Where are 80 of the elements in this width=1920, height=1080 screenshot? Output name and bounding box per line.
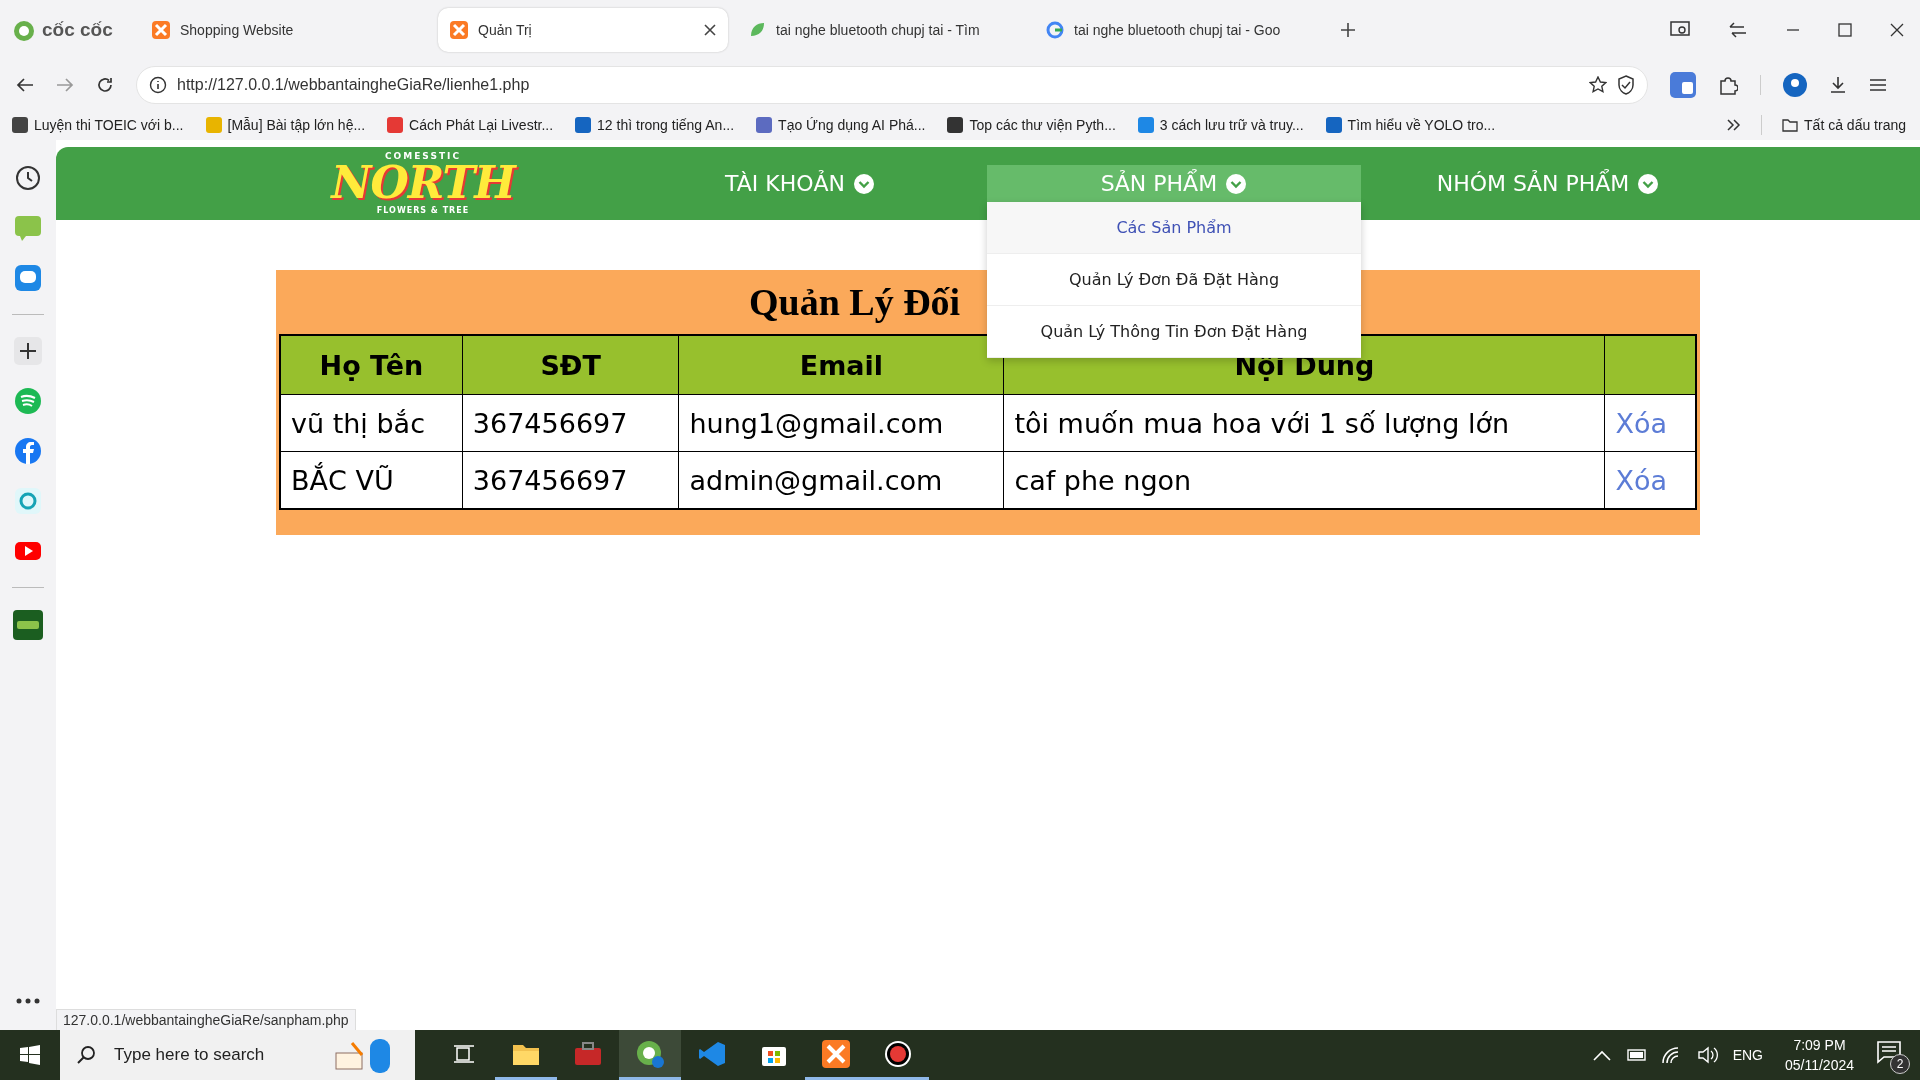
task-view-icon — [453, 1043, 475, 1064]
history-icon[interactable] — [14, 164, 42, 192]
taskbar-app-button[interactable] — [619, 1030, 681, 1080]
browser-tab[interactable]: tai nghe bluetooth chupj tai - Goo — [1034, 8, 1324, 52]
browser-tab[interactable]: Quản Trị — [438, 8, 728, 52]
chevron-down-icon — [1225, 172, 1248, 195]
table-cell: hung1@gmail.com — [678, 394, 1004, 452]
record-icon — [884, 1039, 912, 1068]
browser-tab[interactable]: Shopping Website — [140, 8, 430, 52]
column-header: Email — [678, 335, 1004, 395]
bookmark-site-icon — [12, 117, 28, 133]
dropdown-item[interactable]: Các Sản Phẩm — [987, 202, 1361, 254]
clock-time[interactable]: 7:09 PM — [1793, 1037, 1846, 1053]
chevron-down-icon — [1637, 172, 1660, 195]
add-icon[interactable] — [14, 337, 42, 365]
bookmark-link[interactable]: Tìm hiểu về YOLO tro... — [1325, 117, 1496, 133]
more-icon[interactable] — [16, 998, 40, 1004]
bookmark-site-icon — [1325, 117, 1342, 133]
maximize-icon[interactable] — [1838, 23, 1852, 37]
search-icon — [76, 1045, 96, 1065]
leaf-logo-icon — [748, 21, 766, 39]
reload-icon[interactable] — [96, 76, 114, 94]
browser-tab[interactable]: tai nghe bluetooth chupj tai - Tìm — [736, 8, 1026, 52]
back-icon[interactable] — [16, 77, 34, 93]
page-title: Quản Lý Đối — [749, 281, 961, 323]
close-icon[interactable] — [704, 24, 716, 36]
table-cell: 367456697 — [462, 394, 679, 452]
column-header: Họ Tên — [280, 335, 463, 395]
bookmark-link[interactable]: 3 cách lưu trữ và truy... — [1137, 117, 1304, 133]
bookmark-site-icon — [575, 117, 592, 133]
search-field[interactable]: Type here to search — [112, 1044, 316, 1066]
bookmark-site-icon — [387, 117, 404, 133]
address-field[interactable]: http://127.0.0.1/webbantaingheGiaRe/lienhe1.php — [136, 66, 1648, 104]
bookmark-link[interactable]: Tạo Ứng dụng AI Phá... — [756, 117, 926, 133]
bookmark-site-icon — [1137, 117, 1154, 133]
profile-avatar-icon[interactable] — [1783, 73, 1807, 97]
back-arrows-icon[interactable] — [1728, 21, 1748, 39]
bookmark-site-icon — [947, 117, 964, 133]
bookmark-link[interactable]: 12 thì trong tiếng An... — [575, 117, 735, 133]
new-tab-icon[interactable] — [1340, 22, 1356, 38]
shield-icon[interactable] — [1617, 75, 1635, 95]
download-icon[interactable] — [1829, 76, 1847, 94]
all-bookmarks-link[interactable]: Tất cả dấu trang — [1782, 117, 1906, 133]
clock-date[interactable]: 05/11/2024 — [1784, 1057, 1854, 1073]
g-logo-icon — [1046, 21, 1064, 39]
bookmark-link[interactable]: [Mẫu] Bài tập lớn hệ... — [205, 117, 366, 133]
close-icon[interactable] — [1890, 23, 1904, 37]
menu-icon[interactable] — [1869, 78, 1887, 92]
table-cell: vũ thị bắc — [280, 394, 463, 452]
puzzle-icon[interactable] — [1718, 75, 1738, 95]
star-icon[interactable] — [1589, 76, 1607, 94]
bookmark-site-icon — [756, 117, 773, 133]
music-app-icon[interactable] — [14, 387, 42, 415]
folder-icon — [1782, 118, 1799, 132]
notification-count: 2 — [1890, 1054, 1910, 1074]
bookmark-site-icon — [205, 117, 222, 133]
chevron-down-icon — [853, 172, 876, 195]
language-indicator[interactable]: ENG — [1732, 1047, 1763, 1063]
social-app-icon[interactable] — [14, 437, 42, 465]
browser-app-icon — [635, 1038, 665, 1069]
column-header: SĐT — [462, 335, 679, 395]
more-chevrons-icon[interactable] — [1727, 119, 1742, 131]
browser-brand: cốc cốc — [42, 19, 113, 41]
app-tile-icon[interactable] — [13, 610, 43, 640]
volume-icon[interactable] — [1696, 1046, 1719, 1064]
battery-icon[interactable] — [1624, 1048, 1647, 1062]
info-icon — [149, 76, 167, 94]
chevron-up-icon[interactable] — [1592, 1049, 1611, 1061]
chat-app-icon[interactable] — [14, 264, 42, 292]
start-icon[interactable] — [20, 1045, 40, 1065]
search-box[interactable]: Type here to search — [60, 1030, 415, 1080]
status-url: 127.0.0.1/webbantaingheGiaRe/sanpham.php — [63, 1012, 349, 1028]
screen-search-icon[interactable] — [1670, 21, 1690, 39]
bookmark-link[interactable]: Top các thư viện Pyth... — [947, 117, 1116, 133]
toolbox-icon — [574, 1041, 602, 1066]
bookmark-link[interactable]: Cách Phát Lại Livestr... — [387, 117, 554, 133]
bookmark-link[interactable]: Luyện thi TOEIC với b... — [12, 117, 184, 133]
code-editor-icon — [698, 1039, 726, 1068]
table-cell: tôi muốn mua hoa với 1 số lượng lớn — [1003, 394, 1605, 452]
forward-icon[interactable] — [56, 77, 74, 93]
